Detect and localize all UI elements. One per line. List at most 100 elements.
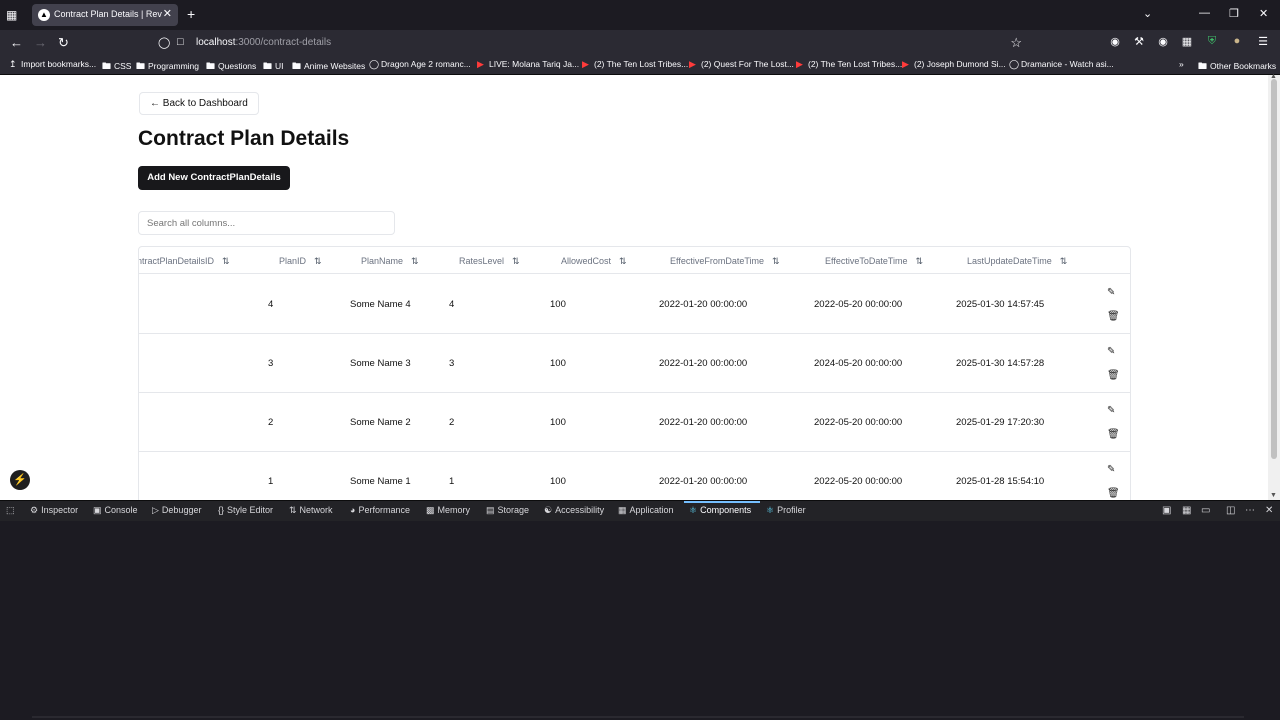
devtools-tab-debugger[interactable]: ▷ Debugger xyxy=(152,505,201,516)
bookmark-item[interactable]: 🖿 Programming xyxy=(136,59,199,75)
page-info-icon[interactable]: □ xyxy=(177,36,184,48)
url-host: localhost xyxy=(196,37,236,48)
edit-pencil-icon[interactable]: ✎ xyxy=(1107,405,1115,416)
app-menu-icon[interactable]: ☰ xyxy=(1256,35,1270,49)
delete-trash-icon[interactable]: 🗑 xyxy=(1107,370,1120,381)
extensions-puzzle-icon[interactable]: ▦ xyxy=(1180,35,1194,49)
application-icon: ▦ xyxy=(618,505,627,515)
minimize-icon[interactable]: — xyxy=(1199,7,1210,19)
devtools-tab-network[interactable]: ⇅ Network xyxy=(289,505,333,516)
delete-trash-icon[interactable]: 🗑 xyxy=(1107,311,1120,322)
bookmark-item[interactable]: ▶ LIVE: Molana Tariq Ja... xyxy=(477,59,579,70)
tools-wrench-icon[interactable]: ⚒ xyxy=(1132,35,1146,49)
other-bookmarks[interactable]: 🖿 Other Bookmarks xyxy=(1198,59,1276,75)
bookmark-item[interactable]: 🖿 CSS xyxy=(102,59,131,75)
devtools-tab-accessibility[interactable]: ☯ Accessibility xyxy=(544,505,604,516)
bookmark-item[interactable]: ◯ Dramanice - Watch asi... xyxy=(1009,59,1114,70)
devtools-tab-application[interactable]: ▦ Application xyxy=(618,505,674,516)
cell-rateslevel: 1 xyxy=(449,476,455,487)
add-contract-plan-button[interactable]: Add New ContractPlanDetails xyxy=(138,166,290,190)
column-header-effectivefrom[interactable]: EffectiveFromDateTime ⇅ xyxy=(670,256,780,267)
sort-icon[interactable]: ⇅ xyxy=(772,256,780,266)
delete-trash-icon[interactable]: 🗑 xyxy=(1107,429,1120,440)
restore-icon[interactable]: ❐ xyxy=(1229,7,1239,20)
screenshot-icon[interactable]: ▣ xyxy=(1162,505,1171,516)
pocket-icon[interactable]: ◉ xyxy=(1108,35,1122,49)
account-avatar-icon[interactable]: ● xyxy=(1230,35,1244,49)
edit-pencil-icon[interactable]: ✎ xyxy=(1107,346,1115,357)
element-picker-icon[interactable]: ⬚ xyxy=(6,505,15,516)
browser-tab-active[interactable]: ▲ Contract Plan Details | Revenue ✕ xyxy=(32,4,178,26)
column-header-planname[interactable]: PlanName ⇅ xyxy=(361,256,419,267)
window-close-icon[interactable]: ✕ xyxy=(1259,7,1268,20)
sort-icon[interactable]: ⇅ xyxy=(314,256,322,266)
devtools-tab-console[interactable]: ▣ Console xyxy=(93,505,138,516)
devtools-tab-profiler[interactable]: ⚛ Profiler xyxy=(766,505,806,516)
responsive-design-icon[interactable]: ▦ xyxy=(1182,505,1191,516)
scrollbar-thumb[interactable] xyxy=(1271,79,1277,459)
folder-icon: 🖿 xyxy=(1198,61,1208,71)
devtools-tab-performance[interactable]: ◕ Performance xyxy=(350,505,410,515)
bookmark-item[interactable]: ◯ Dragon Age 2 romanc... xyxy=(369,59,471,70)
bookmark-item[interactable]: ▶ (2) Joseph Dumond Si... xyxy=(902,59,1006,70)
tab-close-icon[interactable]: ✕ xyxy=(163,7,172,20)
cell-lastupdate: 2025-01-30 14:57:28 xyxy=(956,358,1045,369)
column-header-label: AllowedCost xyxy=(561,256,612,266)
sort-icon[interactable]: ⇅ xyxy=(512,256,520,266)
column-header-contractplandetailsid[interactable]: ntractPlanDetailsID ⇅ xyxy=(139,256,230,267)
devtools-tab-components[interactable]: ⚛ Components xyxy=(689,505,751,516)
edit-pencil-icon[interactable]: ✎ xyxy=(1107,287,1115,298)
bookmark-item[interactable]: ▶ (2) The Ten Lost Tribes... xyxy=(796,59,902,70)
shield-extension-icon[interactable]: ⛨ xyxy=(1205,35,1219,49)
bookmark-item[interactable]: 🖿 Anime Websites xyxy=(292,59,365,75)
sort-icon[interactable]: ⇅ xyxy=(916,256,924,266)
edit-pencil-icon[interactable]: ✎ xyxy=(1107,464,1115,475)
sort-icon[interactable]: ⇅ xyxy=(222,256,230,266)
page-title: Contract Plan Details xyxy=(138,127,350,150)
devtools-tab-style-editor[interactable]: {} Style Editor xyxy=(218,505,273,515)
performance-icon: ◕ xyxy=(350,505,356,515)
url-text[interactable]: localhost:3000/contract-details xyxy=(196,37,331,48)
devtools-menu-icon[interactable]: ⋯ xyxy=(1245,505,1255,516)
new-tab-icon[interactable]: + xyxy=(187,6,195,22)
cell-lastupdate: 2025-01-29 17:20:30 xyxy=(956,417,1045,428)
bookmark-item[interactable]: ↥ Import bookmarks... xyxy=(9,59,96,70)
delete-trash-icon[interactable]: 🗑 xyxy=(1107,488,1120,499)
bookmarks-overflow-icon[interactable]: » xyxy=(1179,59,1184,69)
column-header-lastupdate[interactable]: LastUpdateDateTime ⇅ xyxy=(967,256,1067,267)
devtools-tab-inspector[interactable]: ⚙ Inspector xyxy=(30,505,78,516)
search-input[interactable] xyxy=(138,211,395,235)
back-arrow-icon[interactable]: ← xyxy=(10,35,23,50)
dock-side-icon[interactable]: ◫ xyxy=(1226,505,1235,516)
bookmark-item[interactable]: ▶ (2) Quest For The Lost... xyxy=(689,59,794,70)
url-path: :3000/contract-details xyxy=(235,37,332,48)
sort-icon[interactable]: ⇅ xyxy=(1060,256,1068,266)
pick-color-icon[interactable]: ▭ xyxy=(1201,505,1210,516)
scroll-down-icon[interactable]: ▼ xyxy=(1270,492,1277,499)
url-bar[interactable]: ◯ □ localhost:3000/contract-details ☆ xyxy=(150,31,1030,55)
sort-icon[interactable]: ⇅ xyxy=(619,256,627,266)
tab-list-icon[interactable]: ▦ xyxy=(6,8,20,22)
bookmark-item[interactable]: ▶ (2) The Ten Lost Tribes... xyxy=(582,59,688,70)
forward-arrow-icon[interactable]: → xyxy=(34,35,47,50)
cell-planid: 2 xyxy=(268,417,274,428)
bookmark-item[interactable]: 🖿 UI xyxy=(263,59,284,75)
tab-overflow-chevron-icon[interactable]: ⌄ xyxy=(1143,7,1152,20)
back-to-dashboard-button[interactable]: ← Back to Dashboard xyxy=(139,92,259,115)
bookmark-label: LIVE: Molana Tariq Ja... xyxy=(489,59,580,69)
tracking-shield-icon[interactable]: ◯ xyxy=(158,36,170,49)
devtools-tab-storage[interactable]: ▤ Storage xyxy=(486,505,529,516)
column-header-effectiveto[interactable]: EffectiveToDateTime ⇅ xyxy=(825,256,923,267)
column-header-rateslevel[interactable]: RatesLevel ⇅ xyxy=(459,256,520,267)
devtools-tab-memory[interactable]: ▩ Memory xyxy=(426,505,470,516)
react-devtools-lightning-icon[interactable]: ⚡ xyxy=(10,470,30,490)
bookmark-star-icon[interactable]: ☆ xyxy=(1010,35,1022,51)
extension-circle-icon[interactable]: ◉ xyxy=(1156,35,1170,49)
sort-icon[interactable]: ⇅ xyxy=(411,256,419,266)
reload-icon[interactable]: ↻ xyxy=(58,35,69,51)
column-header-allowedcost[interactable]: AllowedCost ⇅ xyxy=(561,256,627,267)
bookmark-item[interactable]: 🖿 Questions xyxy=(206,59,256,75)
page-scrollbar[interactable]: ▲ ▼ xyxy=(1268,73,1280,500)
column-header-planid[interactable]: PlanID ⇅ xyxy=(279,256,322,267)
devtools-close-icon[interactable]: ✕ xyxy=(1265,505,1273,516)
